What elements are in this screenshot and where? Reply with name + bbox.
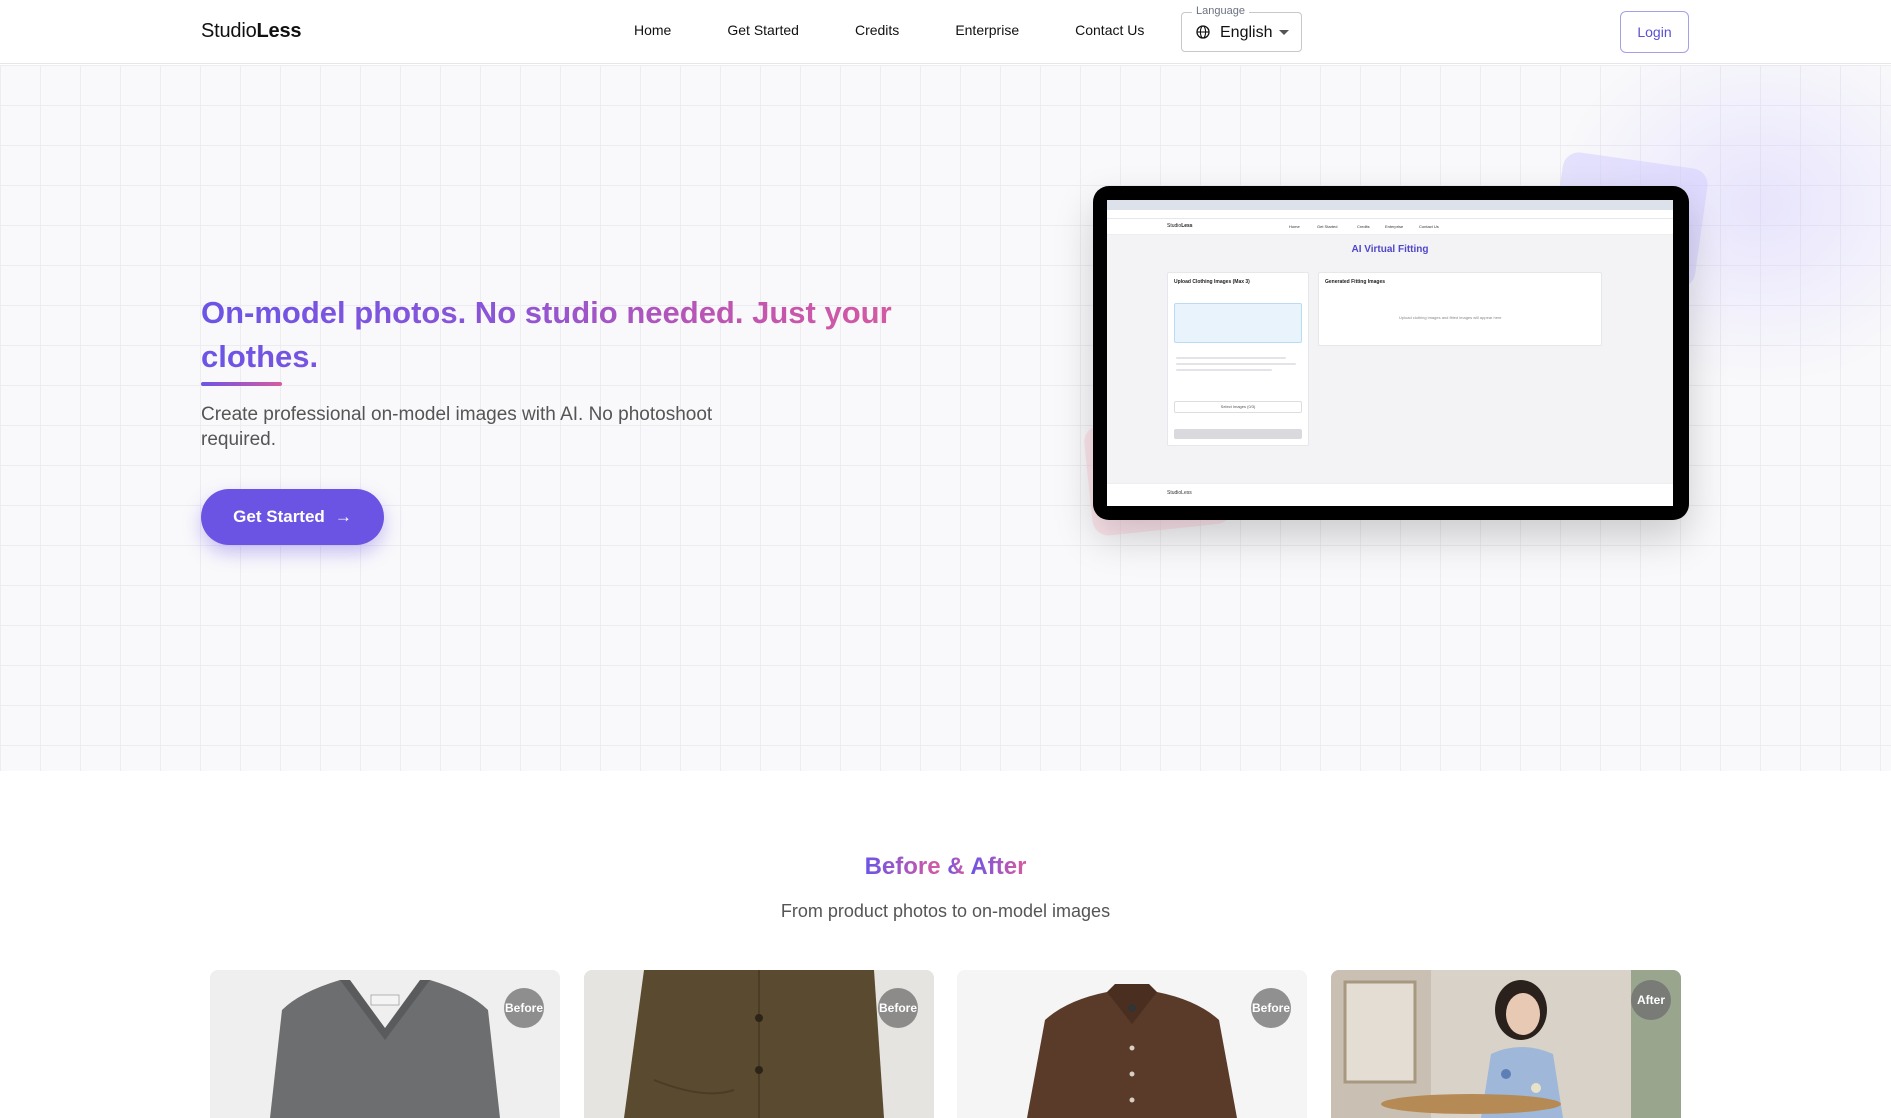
preview-line xyxy=(1176,363,1296,365)
preview-line xyxy=(1176,357,1286,359)
main-nav: Home Get Started Credits Enterprise Cont… xyxy=(634,22,1144,38)
globe-icon xyxy=(1196,25,1210,39)
before-after-title-after: After xyxy=(970,853,1027,880)
preview-browser-bar xyxy=(1107,200,1673,210)
after-badge: After xyxy=(1631,980,1671,1020)
language-select[interactable]: Language English xyxy=(1181,5,1302,52)
hero-title: On-model photos. No studio needed. Just … xyxy=(201,291,921,379)
language-value: English xyxy=(1220,24,1273,41)
preview-nav-get-started: Get Started xyxy=(1317,224,1338,229)
logo[interactable]: StudioLess xyxy=(201,20,302,43)
after-card-model: After xyxy=(1331,970,1681,1118)
nav-enterprise[interactable]: Enterprise xyxy=(955,22,1019,38)
preview-nav-home: Home xyxy=(1289,224,1300,229)
tablet-preview: StudioLess Home Get Started Credits Ente… xyxy=(1093,186,1689,520)
preview-generated-title: Generated Fitting Images xyxy=(1325,279,1386,285)
get-started-label: Get Started xyxy=(233,507,325,526)
language-legend: Language xyxy=(1192,5,1249,17)
title-underline xyxy=(201,382,282,386)
preview-start-button xyxy=(1174,429,1302,439)
preview-generated-note: Upload clothing images and fitted images… xyxy=(1399,315,1502,320)
preview-footer: StudioLess xyxy=(1107,483,1673,506)
login-button[interactable]: Login xyxy=(1620,11,1689,53)
logo-bold: Less xyxy=(256,20,302,42)
preview-line xyxy=(1176,369,1272,371)
preview-logo-bold: Less xyxy=(1181,223,1193,229)
logo-regular: Studio xyxy=(201,20,257,42)
before-after-subtitle: From product photos to on-model images xyxy=(780,901,1111,921)
preview-url-bar xyxy=(1107,210,1673,219)
preview-logo-regular: Studio xyxy=(1167,223,1182,229)
before-after-title-amp: & xyxy=(947,853,965,880)
nav-home[interactable]: Home xyxy=(634,22,671,38)
model-photo-image xyxy=(1331,970,1681,1118)
brown-shirt-image xyxy=(957,970,1307,1118)
chevron-down-icon xyxy=(1279,30,1289,35)
preview-generated-card: Generated Fitting Images Upload clothing… xyxy=(1318,272,1602,346)
nav-get-started[interactable]: Get Started xyxy=(727,22,799,38)
before-badge: Before xyxy=(878,988,918,1028)
nav-contact-us[interactable]: Contact Us xyxy=(1075,22,1144,38)
before-after-title: Before & After xyxy=(0,853,1891,881)
before-after-title-before: Before xyxy=(864,853,941,880)
hero-subtitle: Create professional on-model images with… xyxy=(201,404,713,450)
before-card-sweater: Before xyxy=(210,970,560,1118)
brown-jacket-image xyxy=(584,970,934,1118)
gray-sweater-image xyxy=(210,970,560,1118)
before-card-shirt: Before xyxy=(957,970,1307,1118)
before-badge: Before xyxy=(1251,988,1291,1028)
preview-nav-enterprise: Enterprise xyxy=(1385,224,1404,229)
preview-header: StudioLess Home Get Started Credits Ente… xyxy=(1107,219,1673,235)
before-badge: Before xyxy=(504,988,544,1028)
preview-logo: StudioLess xyxy=(1167,223,1193,229)
nav-credits[interactable]: Credits xyxy=(855,22,899,38)
arrow-right-icon: → xyxy=(334,507,352,526)
site-header: StudioLess Home Get Started Credits Ente… xyxy=(0,0,1891,64)
preview-page-title: AI Virtual Fitting xyxy=(1351,244,1429,255)
preview-screen: StudioLess Home Get Started Credits Ente… xyxy=(1107,200,1673,506)
before-card-jacket: Before xyxy=(584,970,934,1118)
preview-upload-card: Upload Clothing Images (Max 3) Select Im… xyxy=(1167,272,1309,446)
preview-footer-logo: StudioLess xyxy=(1167,490,1192,496)
get-started-button[interactable]: Get Started → xyxy=(201,489,384,545)
preview-guide-box xyxy=(1174,303,1302,343)
preview-nav-contact: Contact Us xyxy=(1419,224,1439,229)
preview-upload-title: Upload Clothing Images (Max 3) xyxy=(1174,279,1250,285)
preview-select-button: Select Images (0/3) xyxy=(1174,401,1302,413)
preview-nav-credits: Credits xyxy=(1357,224,1370,229)
